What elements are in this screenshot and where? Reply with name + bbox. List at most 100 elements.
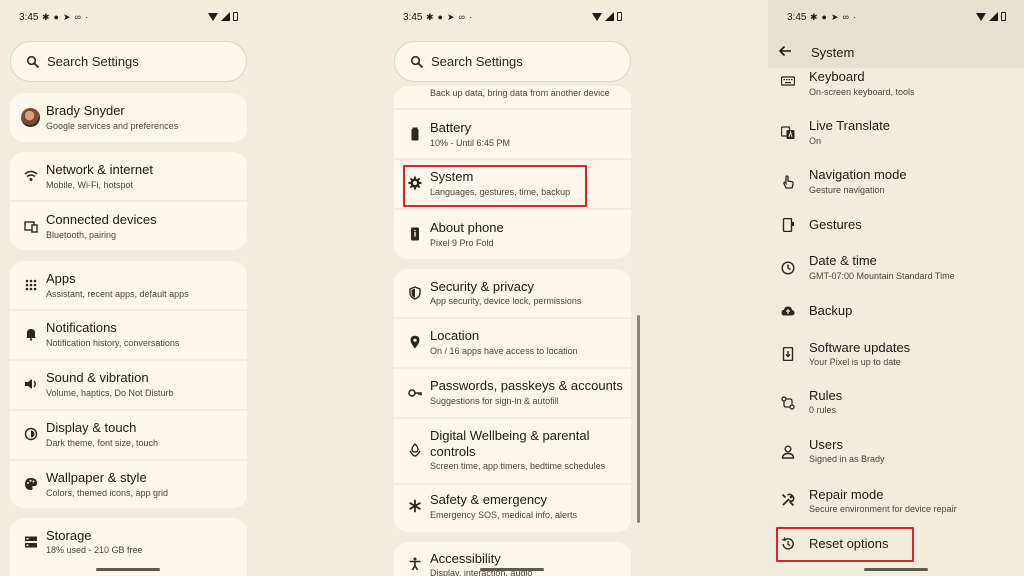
scrollbar[interactable] <box>637 315 640 523</box>
voicemail-icon: ∞ <box>842 12 849 22</box>
item-title: Backup <box>809 303 853 318</box>
search-placeholder: Search Settings <box>431 54 523 69</box>
item-title: Software updates <box>809 340 911 355</box>
system-item-keyboard[interactable]: Keyboard On-screen keyboard, tools <box>768 68 1024 108</box>
settings-item-sound[interactable]: Sound & vibration Volume, haptics, Do No… <box>10 361 247 409</box>
signal-icon <box>605 12 614 21</box>
system-icons <box>976 12 1006 21</box>
back-arrow-icon[interactable] <box>778 44 792 58</box>
item-title: Safety & emergency <box>430 492 548 507</box>
item-subtitle: Mobile, Wi-Fi, hotspot <box>46 180 134 190</box>
voicemail-icon: ∞ <box>74 12 81 22</box>
gesture-nav-handle[interactable] <box>96 568 160 571</box>
notification-icons: ✱ ● ➤ ∞ · <box>810 12 856 23</box>
status-bar: 3:45 ✱ ● ➤ ∞ · <box>384 0 640 34</box>
settings-item-network[interactable]: Network & internet Mobile, Wi-Fi, hotspo… <box>10 152 247 201</box>
item-subtitle: Notification history, conversations <box>46 338 180 348</box>
settings-item-passwords[interactable]: Passwords, passkeys & accounts Suggestio… <box>394 369 631 417</box>
more-dot-icon: · <box>84 12 88 22</box>
apps-grid-icon <box>24 278 38 292</box>
phone-info-icon <box>408 227 422 241</box>
settings-item-safety[interactable]: Safety & emergency Emergency SOS, medica… <box>394 485 631 532</box>
item-title: Display & touch <box>46 420 137 435</box>
battery-status-icon <box>1001 12 1006 21</box>
more-dot-icon: · <box>468 12 472 22</box>
shield-icon <box>408 286 422 300</box>
status-time: 3:45 <box>403 12 423 23</box>
system-item-live-translate[interactable]: Live Translate On <box>768 111 1024 159</box>
palette-icon <box>24 477 38 491</box>
search-bar[interactable]: Search Settings <box>10 41 247 82</box>
settings-item-wallpaper[interactable]: Wallpaper & style Colors, themed icons, … <box>10 461 247 508</box>
item-title: Location <box>430 328 480 343</box>
slack-icon: ✱ <box>426 12 434 22</box>
apps-card: Apps Assistant, recent apps, default app… <box>10 261 247 508</box>
settings-item-location[interactable]: Location On / 16 apps have access to loc… <box>394 319 631 367</box>
gesture-nav-handle[interactable] <box>864 568 928 571</box>
status-time: 3:45 <box>19 12 39 23</box>
item-title-line1: Digital Wellbeing & parental <box>430 428 590 443</box>
system-item-date-time[interactable]: Date & time GMT-07:00 Mountain Standard … <box>768 248 1024 296</box>
system-update-icon <box>781 346 795 362</box>
slack-icon: ✱ <box>42 12 50 22</box>
settings-item-security[interactable]: Security & privacy App security, device … <box>394 269 631 317</box>
system-item-software-updates[interactable]: Software updates Your Pixel is up to dat… <box>768 334 1024 382</box>
settings-item-notifications[interactable]: Notifications Notification history, conv… <box>10 311 247 359</box>
item-title: Gestures <box>809 217 862 232</box>
item-title: Notifications <box>46 320 117 335</box>
item-subtitle: Suggestions for sign-in & autofill <box>430 396 559 406</box>
settings-item-display[interactable]: Display & touch Dark theme, font size, t… <box>10 411 247 459</box>
item-title: Keyboard <box>809 69 865 84</box>
notification-icons: ✱ ● ➤ ∞ · <box>42 12 88 23</box>
item-title: Security & privacy <box>430 279 535 294</box>
system-icons <box>592 12 622 21</box>
item-title: Users <box>809 437 843 452</box>
system-item-navigation-mode[interactable]: Navigation mode Gesture navigation <box>768 161 1024 209</box>
search-placeholder: Search Settings <box>47 54 139 69</box>
clock-icon <box>781 261 795 275</box>
wellbeing-icon <box>408 443 422 457</box>
chat-icon: ● <box>437 12 443 22</box>
item-subtitle: On / 16 apps have access to location <box>430 346 578 356</box>
item-title: Wallpaper & style <box>46 470 147 485</box>
item-title: About phone <box>430 220 504 235</box>
system-settings-screen: 3:45 ✱ ● ➤ ∞ · Keyboard On-screen keyboard, … <box>768 0 1024 576</box>
settings-item-connected-devices[interactable]: Connected devices Bluetooth, pairing <box>10 202 247 250</box>
connectivity-card: Network & internet Mobile, Wi-Fi, hotspo… <box>10 152 247 250</box>
item-subtitle: Pixel 9 Pro Fold <box>430 238 494 248</box>
item-subtitle: GMT-07:00 Mountain Standard Time <box>809 271 955 281</box>
status-time: 3:45 <box>787 12 807 23</box>
settings-item-apps[interactable]: Apps Assistant, recent apps, default app… <box>10 261 247 310</box>
item-subtitle: App security, device lock, permissions <box>430 296 582 306</box>
settings-item-battery[interactable]: Battery 10% - Until 6:45 PM <box>394 110 631 158</box>
search-bar[interactable]: Search Settings <box>394 41 631 82</box>
system-item-backup[interactable]: Backup <box>768 297 1024 329</box>
asterisk-icon <box>408 499 422 513</box>
settings-main-screen: 3:45 ✱ ● ➤ ∞ · Search Settings Brady Snyder … <box>0 0 256 576</box>
item-subtitle: Secure environment for device repair <box>809 504 957 514</box>
brightness-icon <box>24 427 38 441</box>
item-title: Navigation mode <box>809 167 907 182</box>
key-icon <box>408 386 422 400</box>
system-item-users[interactable]: Users Signed in as Brady <box>768 432 1024 480</box>
system-item-rules[interactable]: Rules 0 rules <box>768 383 1024 431</box>
settings-item-about-phone[interactable]: About phone Pixel 9 Pro Fold <box>394 210 631 259</box>
user-icon <box>781 445 795 459</box>
battery-icon <box>408 127 422 141</box>
settings-item-digital-wellbeing[interactable]: Digital Wellbeing & parental controls Sc… <box>394 419 631 483</box>
settings-item-storage[interactable]: Storage 18% used - 210 GB free <box>10 518 247 566</box>
wifi-status-icon <box>976 12 986 21</box>
gesture-nav-handle[interactable] <box>480 568 544 571</box>
item-subtitle: Signed in as Brady <box>809 454 885 464</box>
tools-icon <box>781 493 795 507</box>
system-item-repair-mode[interactable]: Repair mode Secure environment for devic… <box>768 481 1024 529</box>
signal-icon <box>221 12 230 21</box>
bell-icon <box>24 327 38 341</box>
gesture-hand-icon <box>781 175 795 189</box>
item-title: Repair mode <box>809 487 884 502</box>
item-subtitle: Your Pixel is up to date <box>809 357 901 367</box>
system-item-gestures[interactable]: Gestures <box>768 210 1024 250</box>
more-dot-icon: · <box>852 12 856 22</box>
accessibility-icon <box>408 557 422 571</box>
account-card[interactable]: Brady Snyder Google services and prefere… <box>10 93 247 142</box>
